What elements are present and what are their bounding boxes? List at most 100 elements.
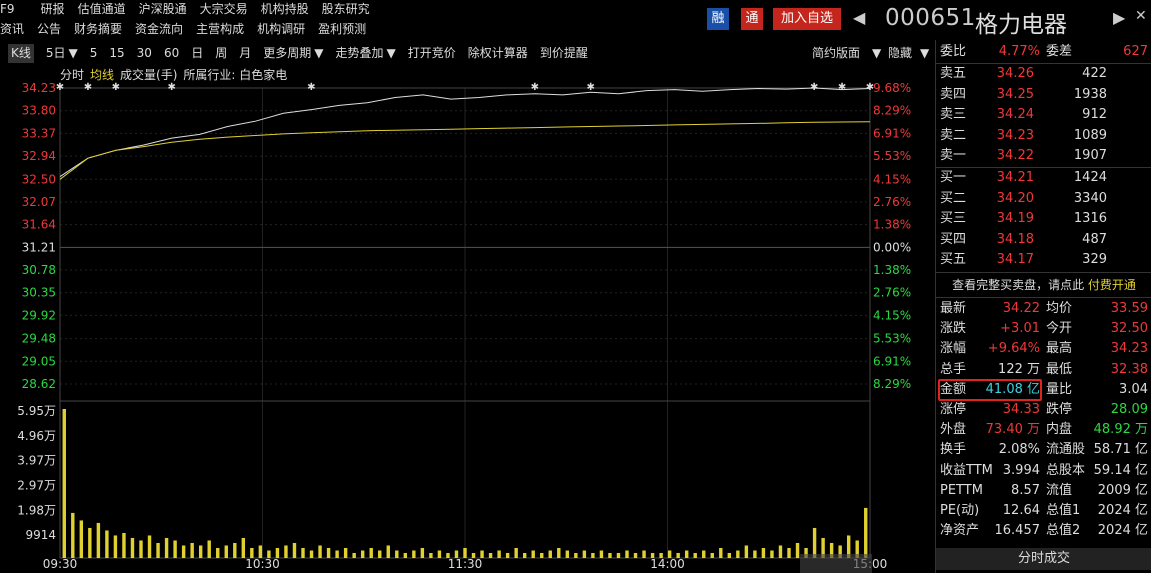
pct-tick-label: 6.91% [873,126,911,140]
volume-bar [79,520,84,558]
chart-svg: 34.23 9.68% 33.80 8.29% 33.37 6.91% 32.94 5.53%… [17,81,911,573]
dropdown-caret-icon[interactable]: ▼ [387,44,396,63]
limit-up-star-marker: ✱ [307,82,315,93]
pct-tick-label: 4.15% [873,172,911,186]
menu-item-row2-5[interactable]: 机构调研 [257,20,305,39]
dropdown-caret-icon[interactable]: ▼ [872,44,881,63]
book-row: 卖一 34.22 1907 [936,146,1151,166]
menu-item-row2-4[interactable]: 主营构成 [196,20,244,39]
margin-badge-button[interactable]: 融 [707,8,729,30]
toolbar-item-4[interactable]: 30 [137,44,152,63]
stat-value: 33.59 [1110,301,1148,316]
stock-code: 000651 [885,5,976,31]
stat-value: 2024 亿 [1097,523,1148,539]
toolbar-item-6[interactable]: 日 [191,44,203,63]
stats-row: 总手 122 万最低 32.38 [936,360,1151,380]
next-stock-icon[interactable]: ▶ [1113,8,1125,27]
toolbar-item-10[interactable]: 走势叠加 [336,44,384,63]
volume-bar [505,552,510,558]
stats-row: 涨幅 +9.64% 最高 34.23 [936,339,1151,359]
toolbar-item-12[interactable]: 除权计算器 [468,44,528,63]
volume-bar [139,540,143,558]
toolbar-item-13[interactable]: 到价提醒 [540,44,588,63]
full-book-note[interactable]: 查看完整买卖盘，请点此 付费开通 [936,274,1151,296]
tick-trades-header[interactable]: 分时成交 [936,548,1151,570]
toolbar-item-2[interactable]: 5 [90,44,98,63]
stats-row: 外盘 73.40 万内盘 48.92 万 [936,420,1151,440]
dropdown-caret-icon[interactable]: ▼ [314,44,323,63]
toolbar-item-8[interactable]: 月 [239,44,251,63]
toolbar-right-1[interactable]: 隐藏 [888,44,912,63]
weicha-value: 627 [1123,44,1148,59]
paid-open-link[interactable]: 付费开通 [1088,278,1136,292]
legend-item-2: 成交量(手) [120,68,178,82]
book-price: 34.21 [996,170,1034,185]
menu-item-row1-2[interactable]: 估值通道 [78,0,126,19]
menu-item-row1-1[interactable]: 研报 [41,0,65,19]
menu-item-row1-5[interactable]: 机构持股 [261,0,309,19]
menu-item-row1-3[interactable]: 沪深股通 [139,0,187,19]
dropdown-caret-icon[interactable]: ▼ [69,44,78,63]
volume-bar [753,550,757,558]
stats-row: PETTM 8.57 流值 2009 亿 [936,481,1151,501]
amount-highlight-box [938,379,1042,401]
weibi-row: 委比 4.77% 委差 627 [936,42,1151,62]
menu-item-row1-6[interactable]: 股东研究 [322,0,370,19]
menu-item-row2-6[interactable]: 盈利预测 [318,20,366,39]
price-tick-label: 34.23 [22,81,56,95]
volume-bar [778,545,783,558]
volume-bar [173,540,177,558]
price-tick-label: 29.92 [22,308,56,322]
limit-up-star-marker: ✱ [531,82,539,93]
volume-bar [864,507,868,558]
volume-bar [352,552,356,558]
toolbar-item-7[interactable]: 周 [215,44,227,63]
menu-item-row2-0[interactable]: 资讯 [0,20,24,39]
volume-bar [113,535,118,558]
pct-tick-label: 5.53% [873,149,911,163]
menu-row-2: 资讯 公告 财务摘要 资金流向 主营构成 机构调研 盈利预测 [0,20,379,39]
time-tick-label: 10:30 [245,557,280,571]
close-icon[interactable]: ✕ [1135,8,1147,24]
toolbar-item-5[interactable]: 60 [164,44,179,63]
menu-item-row2-2[interactable]: 财务摘要 [74,20,122,39]
price-tick-label: 30.35 [22,286,56,300]
pct-tick-label: 1.38% [873,218,911,232]
toolbar-item-3[interactable]: 15 [109,44,124,63]
price-tick-label: 33.37 [22,126,56,140]
volume-bar [736,550,740,558]
menu-item-row2-1[interactable]: 公告 [37,20,61,39]
volume-bar [386,545,390,558]
connect-badge-button[interactable]: 通 [741,8,763,30]
toolbar-item-9[interactable]: 更多周期 [263,44,311,63]
volume-bar [292,542,297,558]
volume-bar [812,527,817,558]
toolbar-item-11[interactable]: 打开竞价 [408,44,456,63]
book-qty: 1907 [1073,148,1107,164]
menu-item-row1-0[interactable]: F9 [0,0,15,19]
book-level-label: 卖三 [940,107,967,123]
stats-row: 收益TTM 3.994 总股本 59.14 亿 [936,461,1151,481]
toolbar-right-0[interactable]: 简约版面 [812,44,860,63]
volume-bar [284,545,288,558]
menu-item-row2-3[interactable]: 资金流向 [135,20,183,39]
stat-value: 12.64 [1002,503,1040,518]
volume-bar [540,552,544,558]
book-level-label: 卖四 [940,86,967,102]
volume-bar [642,550,646,558]
stats-row: 涨停 34.33 跌停 28.09 [936,400,1151,420]
volume-bar [420,547,425,558]
stat-label: 总值2 [1046,523,1081,539]
limit-up-star-marker: ✱ [168,82,176,93]
toolbar-item-1[interactable]: 5日 [46,44,66,63]
prev-stock-icon[interactable]: ◀ [853,8,865,27]
dropdown-caret-icon[interactable]: ▼ [920,44,929,63]
book-row: 卖三 34.24 912 [936,105,1151,125]
price-tick-label: 32.94 [22,149,56,163]
menu-item-row1-4[interactable]: 大宗交易 [200,0,248,19]
volume-bar [301,547,305,558]
volume-bar [548,550,552,558]
add-watchlist-button[interactable]: 加入自选 [773,8,841,30]
toolbar-item-0[interactable]: K线 [8,44,34,63]
weibi-label: 委比 [940,44,967,59]
